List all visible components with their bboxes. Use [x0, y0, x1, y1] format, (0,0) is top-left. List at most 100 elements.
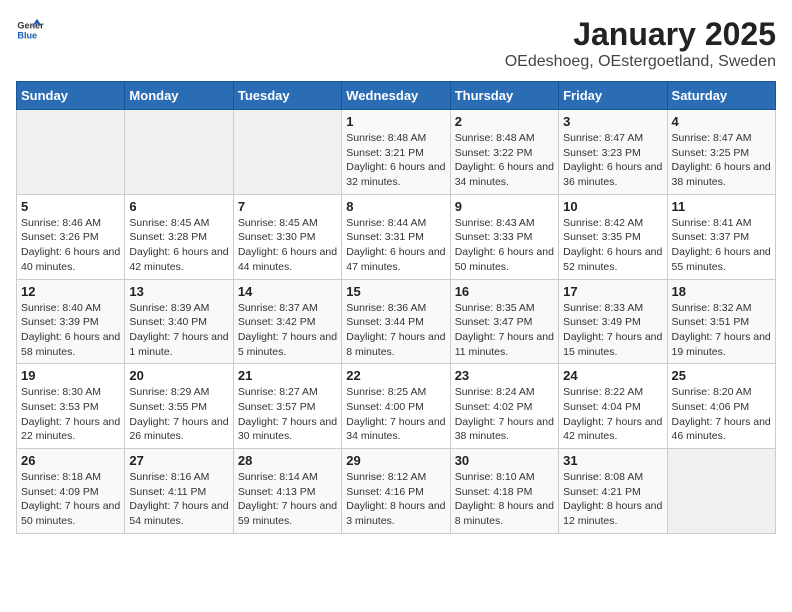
day-info: Sunrise: 8:25 AM Sunset: 4:00 PM Dayligh…	[346, 385, 445, 444]
day-number: 21	[238, 368, 337, 383]
day-number: 17	[563, 284, 662, 299]
day-number: 24	[563, 368, 662, 383]
day-info: Sunrise: 8:45 AM Sunset: 3:28 PM Dayligh…	[129, 216, 228, 275]
svg-text:Blue: Blue	[17, 30, 37, 40]
day-number: 7	[238, 199, 337, 214]
day-info: Sunrise: 8:48 AM Sunset: 3:21 PM Dayligh…	[346, 131, 445, 190]
day-info: Sunrise: 8:32 AM Sunset: 3:51 PM Dayligh…	[672, 301, 771, 360]
title-block: January 2025 OEdeshoeg, OEstergoetland, …	[505, 16, 776, 71]
calendar-day-cell: 10 Sunrise: 8:42 AM Sunset: 3:35 PM Dayli…	[559, 194, 667, 279]
calendar-week-row: 5 Sunrise: 8:46 AM Sunset: 3:26 PM Daylig…	[17, 194, 776, 279]
calendar-day-cell: 28Sunrise: 8:14 AM Sunset: 4:13 PM Dayli…	[233, 449, 341, 534]
calendar-day-cell: 21 Sunrise: 8:27 AM Sunset: 3:57 PM Dayli…	[233, 364, 341, 449]
svg-text:General: General	[17, 21, 44, 31]
logo: General Blue	[16, 16, 44, 44]
day-number: 18	[672, 284, 771, 299]
day-info: Sunrise: 8:10 AM Sunset: 4:18 PM Dayligh…	[455, 470, 554, 529]
calendar-day-cell: 9 Sunrise: 8:43 AM Sunset: 3:33 PM Daylig…	[450, 194, 558, 279]
day-info: Sunrise: 8:22 AM Sunset: 4:04 PM Dayligh…	[563, 385, 662, 444]
calendar-week-row: 12 Sunrise: 8:40 AM Sunset: 3:39 PM Dayli…	[17, 279, 776, 364]
day-info: Sunrise: 8:45 AM Sunset: 3:30 PM Dayligh…	[238, 216, 337, 275]
day-number: 10	[563, 199, 662, 214]
day-number: 28	[238, 453, 337, 468]
calendar-day-cell: 11Sunrise: 8:41 AM Sunset: 3:37 PM Dayli…	[667, 194, 775, 279]
day-number: 31	[563, 453, 662, 468]
calendar-day-cell: 29Sunrise: 8:12 AM Sunset: 4:16 PM Dayli…	[342, 449, 450, 534]
weekday-header: Monday	[125, 82, 233, 110]
weekday-header: Thursday	[450, 82, 558, 110]
calendar-table: SundayMondayTuesdayWednesdayThursdayFrid…	[16, 81, 776, 534]
calendar-day-cell: 26Sunrise: 8:18 AM Sunset: 4:09 PM Dayli…	[17, 449, 125, 534]
day-number: 20	[129, 368, 228, 383]
calendar-day-cell: 25 Sunrise: 8:20 AM Sunset: 4:06 PM Dayli…	[667, 364, 775, 449]
day-number: 5	[21, 199, 120, 214]
day-info: Sunrise: 8:33 AM Sunset: 3:49 PM Dayligh…	[563, 301, 662, 360]
calendar-day-cell: 12 Sunrise: 8:40 AM Sunset: 3:39 PM Dayli…	[17, 279, 125, 364]
weekday-header: Saturday	[667, 82, 775, 110]
page-header: General Blue January 2025 OEdeshoeg, OEs…	[16, 16, 776, 71]
calendar-day-cell	[17, 110, 125, 195]
weekday-header: Tuesday	[233, 82, 341, 110]
day-info: Sunrise: 8:48 AM Sunset: 3:22 PM Dayligh…	[455, 131, 554, 190]
calendar-day-cell: 15 Sunrise: 8:36 AM Sunset: 3:44 PM Dayli…	[342, 279, 450, 364]
calendar-day-cell: 5 Sunrise: 8:46 AM Sunset: 3:26 PM Daylig…	[17, 194, 125, 279]
calendar-day-cell: 31 Sunrise: 8:08 AM Sunset: 4:21 PM Dayli…	[559, 449, 667, 534]
calendar-day-cell: 3 Sunrise: 8:47 AM Sunset: 3:23 PM Daylig…	[559, 110, 667, 195]
day-info: Sunrise: 8:12 AM Sunset: 4:16 PM Dayligh…	[346, 470, 445, 529]
day-number: 3	[563, 114, 662, 129]
day-number: 2	[455, 114, 554, 129]
calendar-day-cell: 16Sunrise: 8:35 AM Sunset: 3:47 PM Dayli…	[450, 279, 558, 364]
day-info: Sunrise: 8:08 AM Sunset: 4:21 PM Dayligh…	[563, 470, 662, 529]
page-subtitle: OEdeshoeg, OEstergoetland, Sweden	[505, 53, 776, 71]
day-info: Sunrise: 8:35 AM Sunset: 3:47 PM Dayligh…	[455, 301, 554, 360]
day-number: 9	[455, 199, 554, 214]
day-number: 15	[346, 284, 445, 299]
calendar-week-row: 26Sunrise: 8:18 AM Sunset: 4:09 PM Dayli…	[17, 449, 776, 534]
day-info: Sunrise: 8:20 AM Sunset: 4:06 PM Dayligh…	[672, 385, 771, 444]
day-number: 23	[455, 368, 554, 383]
calendar-day-cell: 22Sunrise: 8:25 AM Sunset: 4:00 PM Dayli…	[342, 364, 450, 449]
day-info: Sunrise: 8:39 AM Sunset: 3:40 PM Dayligh…	[129, 301, 228, 360]
day-info: Sunrise: 8:36 AM Sunset: 3:44 PM Dayligh…	[346, 301, 445, 360]
day-info: Sunrise: 8:40 AM Sunset: 3:39 PM Dayligh…	[21, 301, 120, 360]
weekday-header: Sunday	[17, 82, 125, 110]
day-info: Sunrise: 8:16 AM Sunset: 4:11 PM Dayligh…	[129, 470, 228, 529]
calendar-day-cell: 6Sunrise: 8:45 AM Sunset: 3:28 PM Daylig…	[125, 194, 233, 279]
page-title: January 2025	[505, 16, 776, 53]
calendar-day-cell: 20Sunrise: 8:29 AM Sunset: 3:55 PM Dayli…	[125, 364, 233, 449]
day-number: 12	[21, 284, 120, 299]
day-number: 27	[129, 453, 228, 468]
calendar-day-cell: 2 Sunrise: 8:48 AM Sunset: 3:22 PM Daylig…	[450, 110, 558, 195]
day-info: Sunrise: 8:42 AM Sunset: 3:35 PM Dayligh…	[563, 216, 662, 275]
day-number: 13	[129, 284, 228, 299]
calendar-week-row: 19Sunrise: 8:30 AM Sunset: 3:53 PM Dayli…	[17, 364, 776, 449]
day-info: Sunrise: 8:43 AM Sunset: 3:33 PM Dayligh…	[455, 216, 554, 275]
calendar-day-cell: 19Sunrise: 8:30 AM Sunset: 3:53 PM Dayli…	[17, 364, 125, 449]
weekday-header: Wednesday	[342, 82, 450, 110]
day-number: 1	[346, 114, 445, 129]
calendar-day-cell: 8 Sunrise: 8:44 AM Sunset: 3:31 PM Daylig…	[342, 194, 450, 279]
logo-icon: General Blue	[16, 16, 44, 44]
day-number: 19	[21, 368, 120, 383]
calendar-day-cell: 24 Sunrise: 8:22 AM Sunset: 4:04 PM Dayli…	[559, 364, 667, 449]
calendar-day-cell: 7 Sunrise: 8:45 AM Sunset: 3:30 PM Daylig…	[233, 194, 341, 279]
calendar-day-cell: 18 Sunrise: 8:32 AM Sunset: 3:51 PM Dayli…	[667, 279, 775, 364]
calendar-week-row: 1 Sunrise: 8:48 AM Sunset: 3:21 PM Daylig…	[17, 110, 776, 195]
calendar-day-cell: 27 Sunrise: 8:16 AM Sunset: 4:11 PM Dayli…	[125, 449, 233, 534]
day-info: Sunrise: 8:37 AM Sunset: 3:42 PM Dayligh…	[238, 301, 337, 360]
calendar-day-cell	[125, 110, 233, 195]
day-info: Sunrise: 8:47 AM Sunset: 3:23 PM Dayligh…	[563, 131, 662, 190]
day-number: 11	[672, 199, 771, 214]
day-number: 30	[455, 453, 554, 468]
weekday-header: Friday	[559, 82, 667, 110]
day-number: 8	[346, 199, 445, 214]
day-info: Sunrise: 8:18 AM Sunset: 4:09 PM Dayligh…	[21, 470, 120, 529]
calendar-day-cell	[667, 449, 775, 534]
weekday-header-row: SundayMondayTuesdayWednesdayThursdayFrid…	[17, 82, 776, 110]
day-number: 25	[672, 368, 771, 383]
day-info: Sunrise: 8:46 AM Sunset: 3:26 PM Dayligh…	[21, 216, 120, 275]
day-info: Sunrise: 8:27 AM Sunset: 3:57 PM Dayligh…	[238, 385, 337, 444]
day-number: 14	[238, 284, 337, 299]
day-info: Sunrise: 8:44 AM Sunset: 3:31 PM Dayligh…	[346, 216, 445, 275]
calendar-day-cell: 14 Sunrise: 8:37 AM Sunset: 3:42 PM Dayli…	[233, 279, 341, 364]
